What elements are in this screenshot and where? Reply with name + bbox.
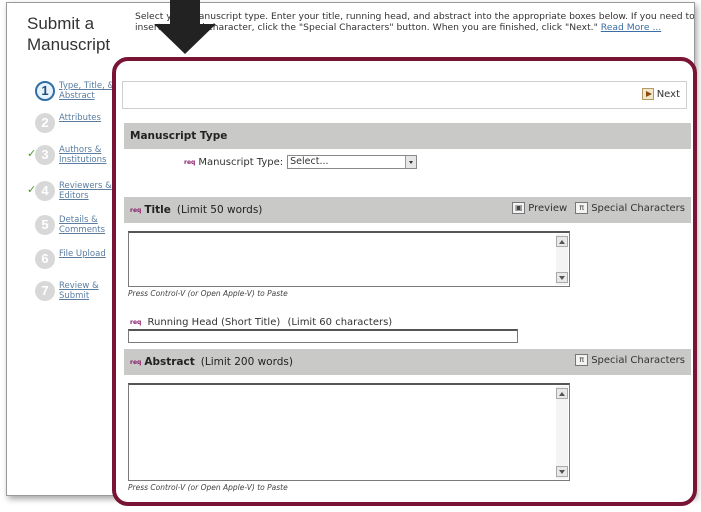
scroll-up-icon[interactable] — [556, 236, 568, 247]
required-marker: req — [130, 318, 142, 326]
required-marker: req — [184, 158, 196, 166]
step-number-circle: 7 — [35, 281, 55, 301]
preview-icon: ▣ — [512, 202, 526, 214]
manuscript-type-value: Select... — [290, 156, 329, 167]
running-head-input[interactable] — [128, 329, 518, 343]
page-title: Submit a Manuscript — [27, 13, 110, 55]
special-characters-icon: π — [575, 354, 589, 366]
manuscript-type-header: Manuscript Type — [124, 123, 691, 149]
step-label[interactable]: Details & Comments — [59, 215, 119, 235]
preview-label: Preview — [528, 202, 568, 214]
abstract-limit: (Limit 200 words) — [200, 356, 293, 368]
step-number-circle: 1 — [35, 81, 55, 101]
down-arrow-icon — [154, 0, 216, 54]
manuscript-type-title: Manuscript Type — [130, 130, 228, 142]
title-limit: (Limit 50 words) — [176, 204, 263, 216]
step-label[interactable]: Review & Submit — [59, 281, 119, 301]
step-label[interactable]: Reviewers & Editors — [59, 181, 119, 201]
title-header: req Title (Limit 50 words) ▣ Preview π S… — [124, 197, 691, 223]
step-number-circle: 3 — [35, 145, 55, 165]
step-number-circle: 5 — [35, 215, 55, 235]
step-number-circle: 2 — [35, 113, 55, 133]
scroll-down-icon[interactable] — [556, 272, 568, 283]
abstract-label: Abstract — [144, 356, 195, 368]
step-label[interactable]: Attributes — [59, 113, 101, 123]
manuscript-type-select[interactable]: Select... — [287, 155, 418, 169]
step-label[interactable]: File Upload — [59, 249, 106, 259]
title-special-characters-button[interactable]: π Special Characters — [575, 202, 685, 214]
special-characters-icon: π — [575, 202, 589, 214]
page-title-line2: Manuscript — [27, 35, 111, 54]
next-button[interactable]: Next — [641, 88, 680, 100]
abstract-actions: π Special Characters — [575, 354, 685, 366]
step-number-circle: 4 — [35, 181, 55, 201]
scrollbar[interactable] — [556, 234, 568, 285]
next-label: Next — [656, 88, 680, 100]
step-number-circle: 6 — [35, 249, 55, 269]
special-characters-label: Special Characters — [591, 202, 685, 214]
title-actions: ▣ Preview π Special Characters — [512, 202, 685, 214]
running-head-limit: (Limit 60 characters) — [287, 317, 393, 328]
title-label: Title — [144, 204, 171, 216]
chevron-down-icon — [405, 156, 417, 168]
title-paste-hint: Press Control-V (or Open Apple-V) to Pas… — [128, 289, 288, 298]
abstract-special-characters-button[interactable]: π Special Characters — [575, 354, 685, 366]
next-arrow-icon — [641, 88, 654, 100]
scrollbar[interactable] — [556, 386, 568, 479]
abstract-textarea[interactable] — [128, 383, 570, 481]
navigation-bar: Next — [122, 81, 687, 109]
abstract-paste-hint: Press Control-V (or Open Apple-V) to Pas… — [128, 483, 288, 492]
manuscript-type-row: req Manuscript Type: Select... — [184, 155, 418, 169]
preview-button[interactable]: ▣ Preview — [512, 202, 567, 214]
running-head-label-row: req Running Head (Short Title) (Limit 60… — [130, 317, 392, 328]
required-marker: req — [130, 206, 142, 214]
read-more-link[interactable]: Read More ... — [601, 22, 661, 33]
required-marker: req — [130, 358, 142, 366]
abstract-header: req Abstract (Limit 200 words) π Special… — [124, 349, 691, 375]
highlight-panel: Next Manuscript Type req Manuscript Type… — [112, 57, 697, 506]
scroll-up-icon[interactable] — [556, 388, 568, 399]
running-head-label: Running Head (Short Title) — [147, 317, 281, 328]
scroll-down-icon[interactable] — [556, 466, 568, 477]
step-label[interactable]: Authors & Institutions — [59, 145, 119, 165]
page-title-line1: Submit a — [27, 14, 95, 33]
special-characters-label: Special Characters — [591, 354, 685, 366]
manuscript-type-label: Manuscript Type: — [198, 156, 284, 168]
title-textarea[interactable] — [128, 231, 570, 287]
